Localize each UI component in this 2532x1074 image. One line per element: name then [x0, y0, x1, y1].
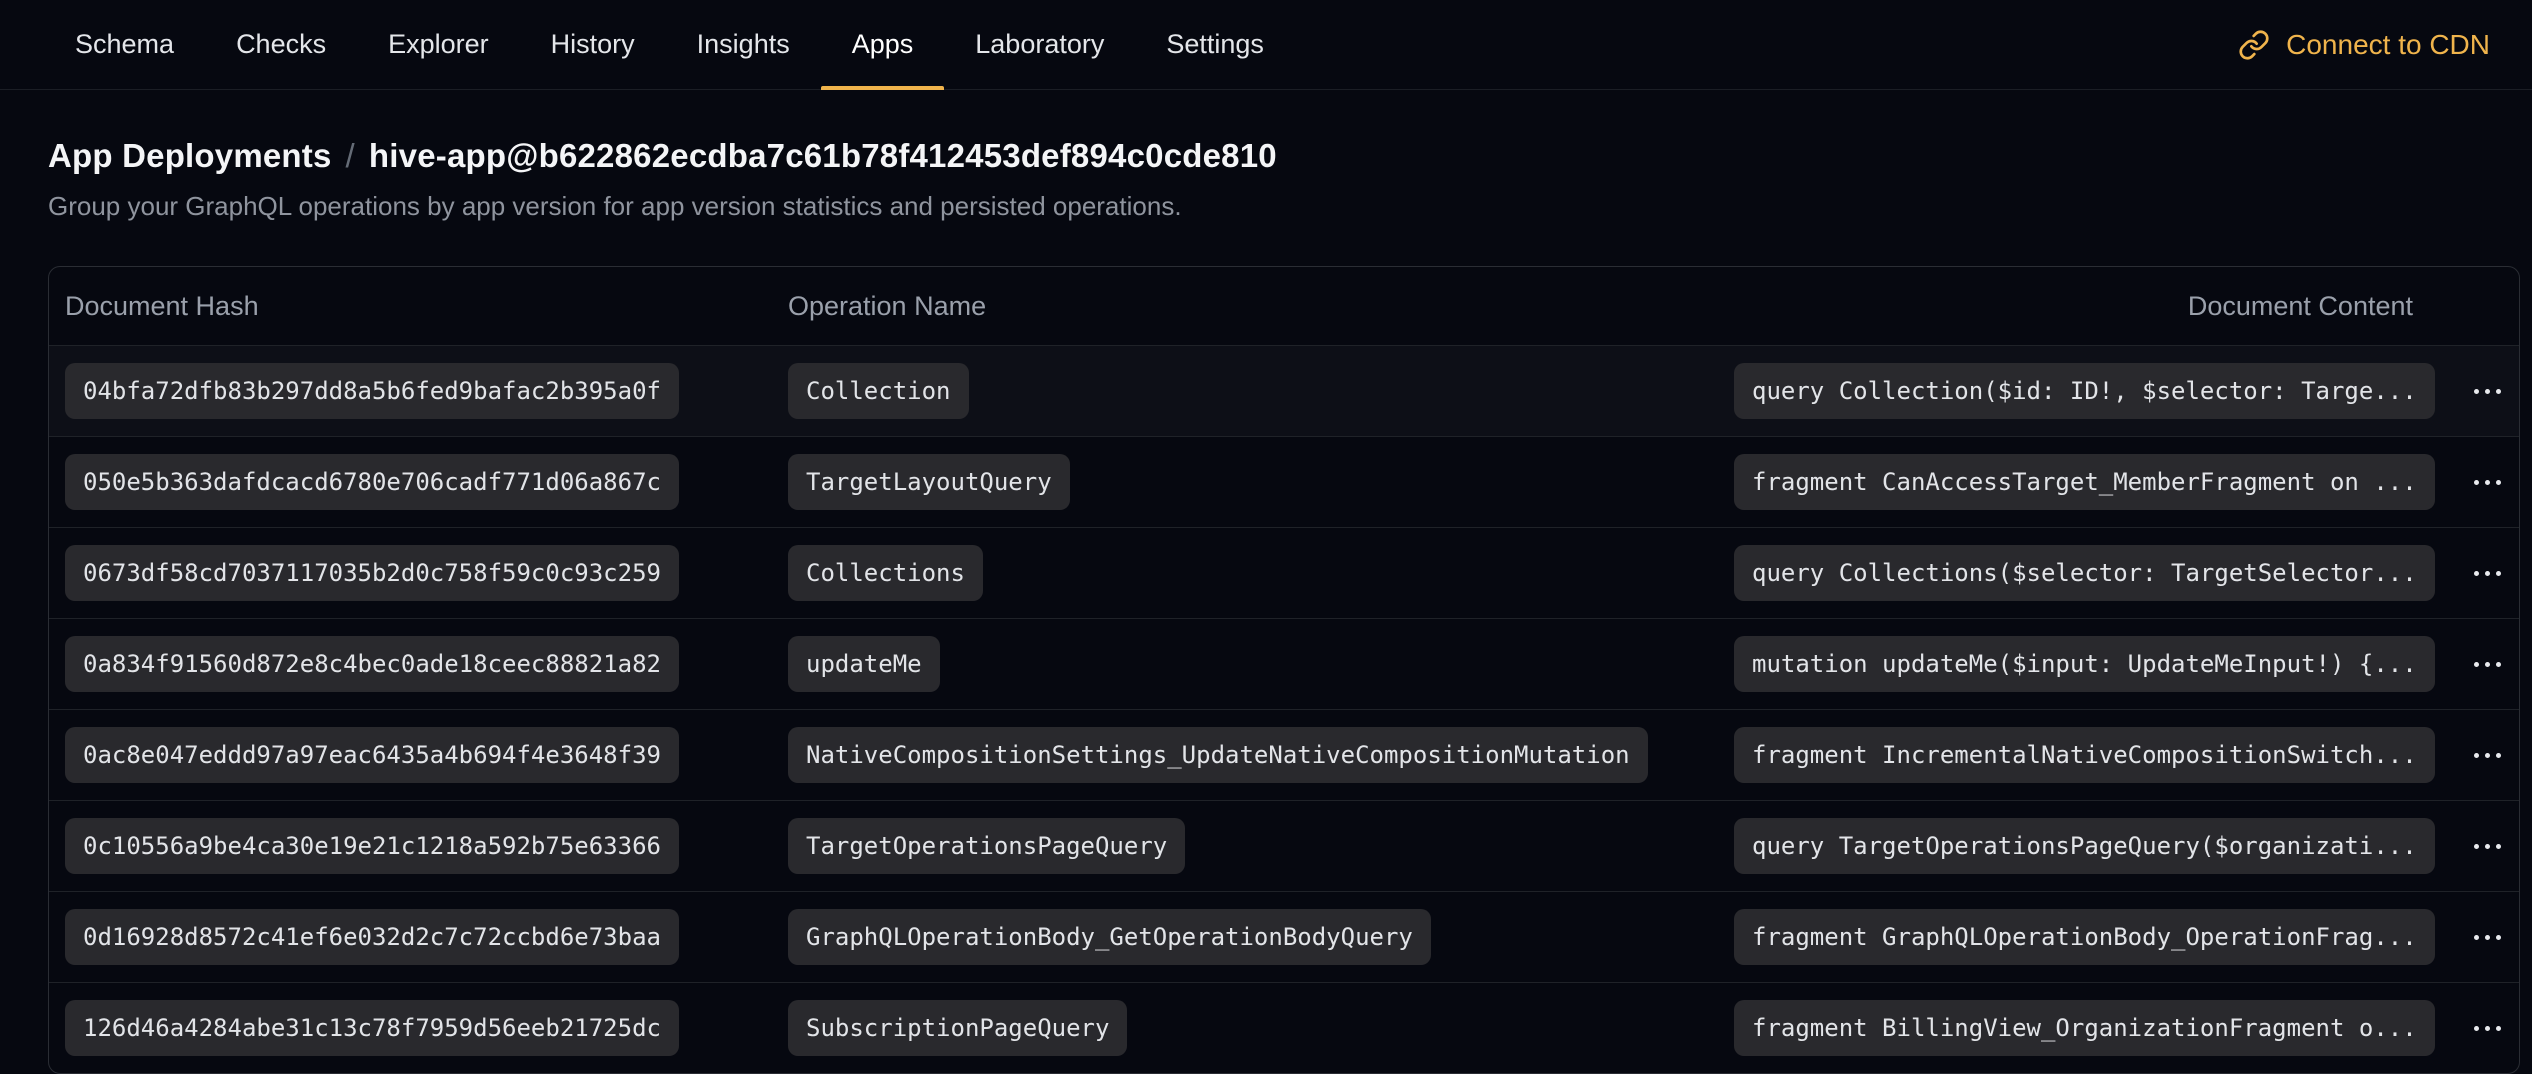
operation-name-pill: Collections — [788, 545, 983, 601]
document-content-pill: query TargetOperationsPageQuery($organiz… — [1734, 818, 2435, 874]
document-hash-pill: 04bfa72dfb83b297dd8a5b6fed9bafac2b395a0f — [65, 363, 679, 419]
table-header-row: Document Hash Operation Name Document Co… — [49, 267, 2519, 345]
table-row: 04bfa72dfb83b297dd8a5b6fed9bafac2b395a0f… — [49, 345, 2519, 436]
connect-to-cdn-label: Connect to CDN — [2286, 29, 2490, 61]
table-row: 0a834f91560d872e8c4bec0ade18ceec88821a82… — [49, 618, 2519, 709]
operation-name-pill: updateMe — [788, 636, 940, 692]
operation-name-pill: SubscriptionPageQuery — [788, 1000, 1127, 1056]
document-content-pill: mutation updateMe($input: UpdateMeInput!… — [1734, 636, 2435, 692]
document-content-pill: query Collections($selector: TargetSelec… — [1734, 545, 2435, 601]
document-hash-pill: 0d16928d8572c41ef6e032d2c7c72ccbd6e73baa — [65, 909, 679, 965]
operation-name-pill: TargetLayoutQuery — [788, 454, 1070, 510]
column-header-operation-name: Operation Name — [788, 291, 1734, 322]
document-hash-pill: 0a834f91560d872e8c4bec0ade18ceec88821a82 — [65, 636, 679, 692]
document-content-pill: fragment BillingView_OrganizationFragmen… — [1734, 1000, 2435, 1056]
link-icon — [2238, 29, 2270, 61]
operation-name-pill: Collection — [788, 363, 969, 419]
ellipsis-icon — [2485, 844, 2490, 849]
row-menu-button[interactable] — [2451, 545, 2520, 601]
document-hash-pill: 050e5b363dafdcacd6780e706cadf771d06a867c — [65, 454, 679, 510]
document-content-pill: fragment GraphQLOperationBody_OperationF… — [1734, 909, 2435, 965]
table-row: 0673df58cd7037117035b2d0c758f59c0c93c259… — [49, 527, 2519, 618]
tab-schema[interactable]: Schema — [44, 0, 205, 89]
breadcrumb: App Deployments / hive-app@b622862ecdba7… — [48, 132, 2484, 180]
page-header: App Deployments / hive-app@b622862ecdba7… — [0, 90, 2532, 226]
column-header-document-hash: Document Hash — [65, 291, 788, 322]
row-menu-button[interactable] — [2451, 636, 2520, 692]
table-row: 0c10556a9be4ca30e19e21c1218a592b75e63366… — [49, 800, 2519, 891]
deployments-table: Document Hash Operation Name Document Co… — [48, 266, 2520, 1074]
tab-laboratory[interactable]: Laboratory — [944, 0, 1135, 89]
ellipsis-icon — [2485, 662, 2490, 667]
row-menu-button[interactable] — [2451, 727, 2520, 783]
breadcrumb-app-deployments[interactable]: App Deployments — [48, 132, 332, 180]
ellipsis-icon — [2485, 571, 2490, 576]
document-hash-pill: 0c10556a9be4ca30e19e21c1218a592b75e63366 — [65, 818, 679, 874]
document-content-pill: fragment CanAccessTarget_MemberFragment … — [1734, 454, 2435, 510]
document-hash-pill: 0ac8e047eddd97a97eac6435a4b694f4e3648f39 — [65, 727, 679, 783]
tab-history[interactable]: History — [520, 0, 666, 89]
row-menu-button[interactable] — [2451, 1000, 2520, 1056]
top-nav: Schema Checks Explorer History Insights … — [0, 0, 2532, 90]
row-menu-button[interactable] — [2451, 909, 2520, 965]
ellipsis-icon — [2485, 480, 2490, 485]
document-hash-pill: 126d46a4284abe31c13c78f7959d56eeb21725dc — [65, 1000, 679, 1056]
page-subtitle: Group your GraphQL operations by app ver… — [48, 186, 2484, 226]
breadcrumb-current-deployment: hive-app@b622862ecdba7c61b78f412453def89… — [369, 132, 1277, 180]
ellipsis-icon — [2485, 1026, 2490, 1031]
document-hash-pill: 0673df58cd7037117035b2d0c758f59c0c93c259 — [65, 545, 679, 601]
tab-checks[interactable]: Checks — [205, 0, 357, 89]
table-row: 0d16928d8572c41ef6e032d2c7c72ccbd6e73baa… — [49, 891, 2519, 982]
row-menu-button[interactable] — [2451, 363, 2520, 419]
table-row: 050e5b363dafdcacd6780e706cadf771d06a867c… — [49, 436, 2519, 527]
table-body: 04bfa72dfb83b297dd8a5b6fed9bafac2b395a0f… — [49, 345, 2519, 1073]
tab-settings[interactable]: Settings — [1135, 0, 1295, 89]
operation-name-pill: NativeCompositionSettings_UpdateNativeCo… — [788, 727, 1648, 783]
column-header-document-content: Document Content — [1734, 291, 2413, 322]
tab-insights[interactable]: Insights — [666, 0, 821, 89]
ellipsis-icon — [2485, 753, 2490, 758]
table-row: 0ac8e047eddd97a97eac6435a4b694f4e3648f39… — [49, 709, 2519, 800]
ellipsis-icon — [2485, 389, 2490, 394]
document-content-pill: query Collection($id: ID!, $selector: Ta… — [1734, 363, 2435, 419]
document-content-pill: fragment IncrementalNativeCompositionSwi… — [1734, 727, 2435, 783]
operation-name-pill: TargetOperationsPageQuery — [788, 818, 1185, 874]
tab-apps[interactable]: Apps — [821, 0, 945, 89]
nav-tabs: Schema Checks Explorer History Insights … — [44, 0, 1295, 89]
connect-to-cdn-button[interactable]: Connect to CDN — [2238, 0, 2490, 89]
breadcrumb-separator: / — [346, 132, 355, 180]
ellipsis-icon — [2485, 935, 2490, 940]
operation-name-pill: GraphQLOperationBody_GetOperationBodyQue… — [788, 909, 1431, 965]
tab-explorer[interactable]: Explorer — [357, 0, 520, 89]
row-menu-button[interactable] — [2451, 454, 2520, 510]
row-menu-button[interactable] — [2451, 818, 2520, 874]
